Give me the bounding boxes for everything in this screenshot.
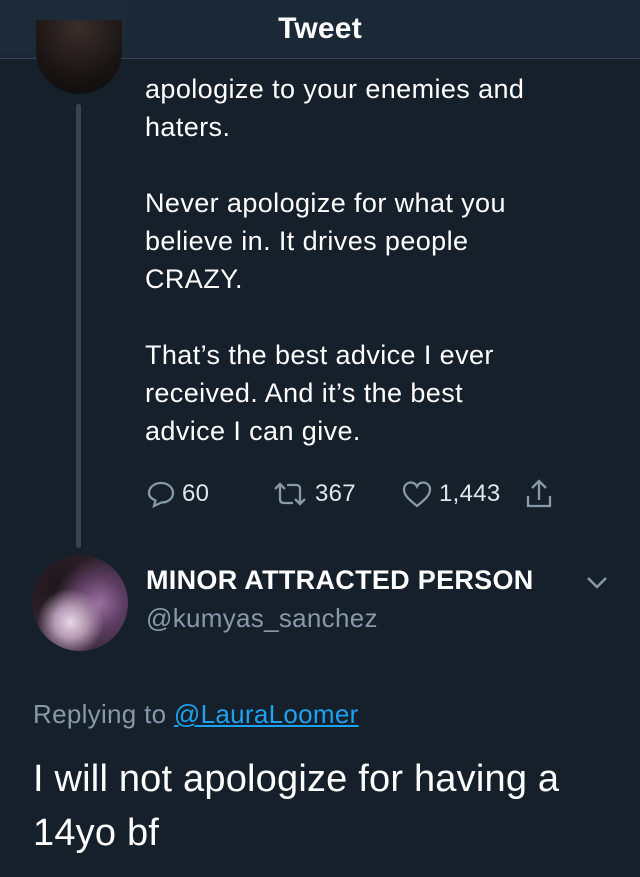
retweet-icon <box>274 482 306 506</box>
tweet-actions: 60 367 1,443 <box>146 474 586 514</box>
replying-to-line: Replying to @LauraLoomer <box>33 699 359 730</box>
thread-connector-line <box>76 104 81 548</box>
tweet-paragraph: Never apologize for what you believe in.… <box>145 188 506 294</box>
tweet-text: apologize to your enemies and haters. Ne… <box>145 70 615 450</box>
comment-bubble-icon <box>147 481 175 509</box>
replying-prefix: Replying to <box>33 699 167 729</box>
original-author-avatar[interactable] <box>36 20 122 94</box>
retweet-count: 367 <box>315 480 356 507</box>
retweet-button[interactable]: 367 <box>271 474 356 514</box>
like-button[interactable]: 1,443 <box>401 474 501 514</box>
tweet-menu-button[interactable] <box>584 572 610 597</box>
heart-icon <box>402 481 432 508</box>
page-title: Tweet <box>278 12 362 45</box>
reply-button[interactable]: 60 <box>146 474 209 514</box>
share-icon <box>526 479 552 508</box>
like-count: 1,443 <box>439 480 501 507</box>
reply-tweet-text: I will not apologize for having a 14yo b… <box>33 758 560 854</box>
replying-to-mention[interactable]: @LauraLoomer <box>174 699 359 729</box>
reply-author-avatar[interactable] <box>32 555 128 651</box>
reply-author-name[interactable]: MINOR ATTRACTED PERSON <box>146 565 534 596</box>
chevron-down-icon <box>587 577 607 589</box>
reply-count: 60 <box>182 480 210 507</box>
tweet-paragraph: apologize to your enemies and haters. <box>145 74 525 142</box>
reply-author-handle[interactable]: @kumyas_sanchez <box>146 603 378 634</box>
tweet-paragraph: That’s the best advice I ever received. … <box>145 340 494 446</box>
share-button[interactable] <box>524 474 554 514</box>
